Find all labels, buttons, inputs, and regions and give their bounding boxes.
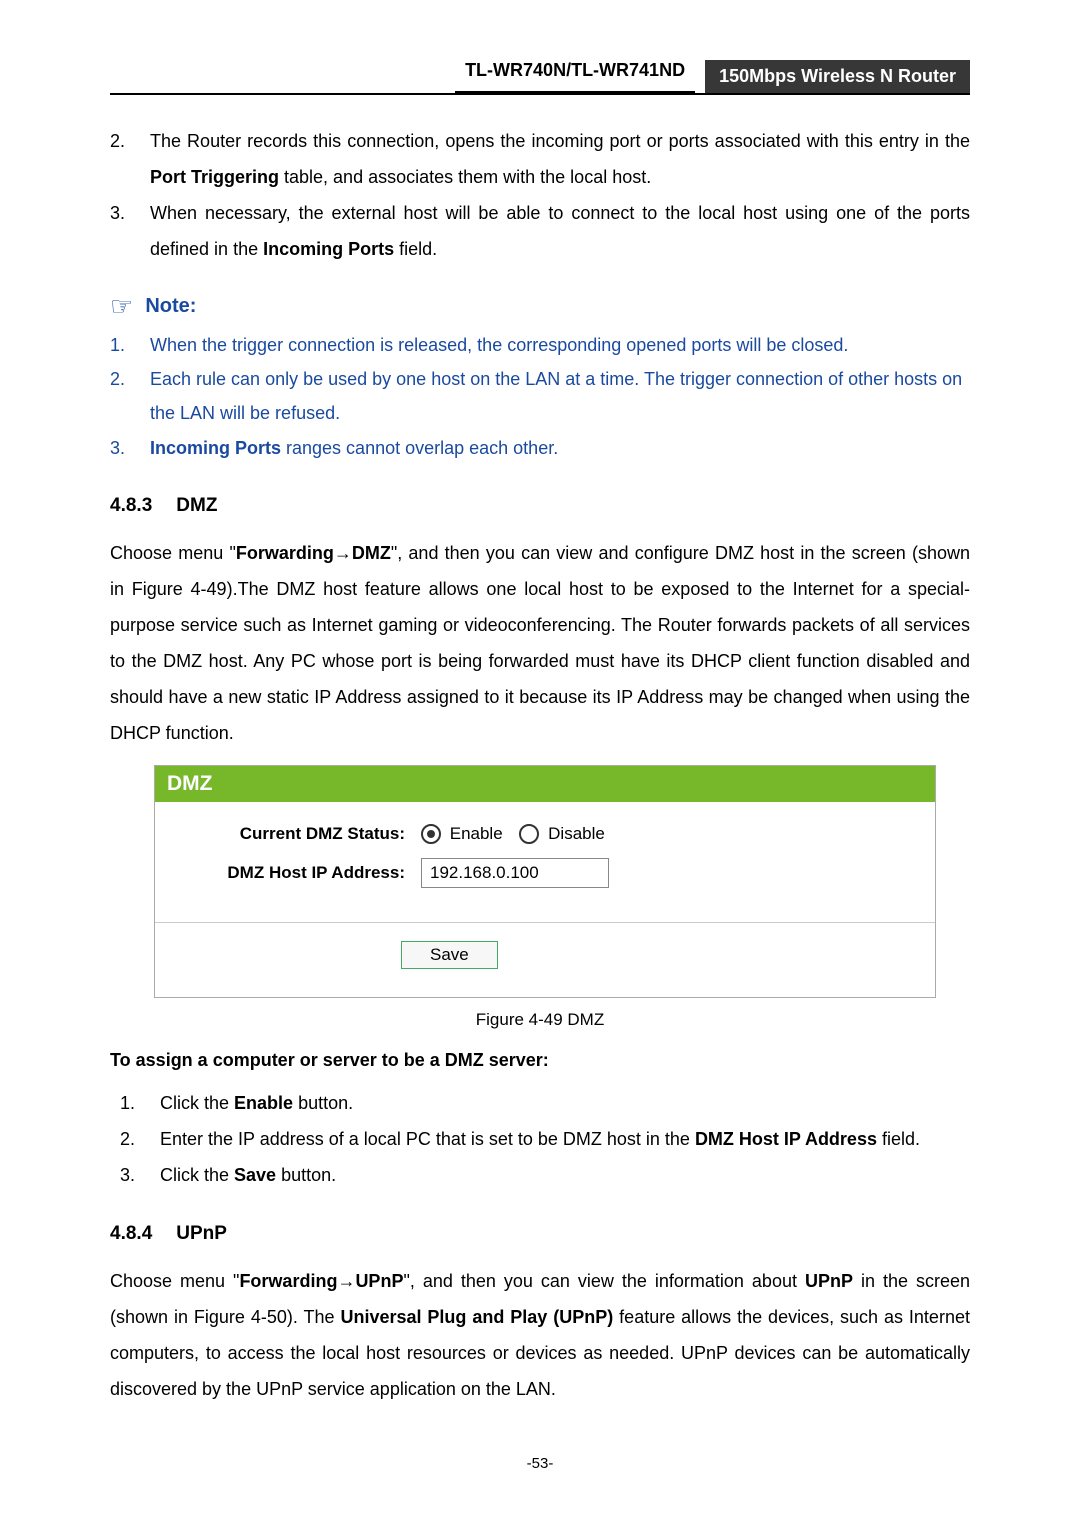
item-text: Incoming Ports ranges cannot overlap eac… xyxy=(150,431,970,465)
figure-caption: Figure 4-49 DMZ xyxy=(110,1010,970,1030)
list-item: 2. Enter the IP address of a local PC th… xyxy=(120,1121,970,1157)
dmz-paragraph: Choose menu "Forwarding→DMZ", and then y… xyxy=(110,535,970,751)
item-text: When necessary, the external host will b… xyxy=(150,195,970,267)
status-label: Current DMZ Status: xyxy=(175,824,421,844)
section-heading-upnp: 4.8.4 UPnP xyxy=(110,1223,970,1245)
model-number: TL-WR740N/TL-WR741ND xyxy=(455,60,695,93)
item-text: Click the Enable button. xyxy=(160,1085,970,1121)
item-number: 1. xyxy=(120,1085,160,1121)
panel-body: Current DMZ Status: Enable Disable DMZ H… xyxy=(155,802,935,923)
note-header: ☞ Note: xyxy=(110,291,970,322)
product-name: 150Mbps Wireless N Router xyxy=(705,60,970,93)
pointing-hand-icon: ☞ xyxy=(110,291,133,322)
upnp-paragraph: Choose menu "Forwarding→UPnP", and then … xyxy=(110,1263,970,1407)
dmz-ip-input[interactable] xyxy=(421,858,609,888)
radio-disable[interactable] xyxy=(519,824,539,844)
page-number: -53- xyxy=(110,1455,970,1472)
section-heading-dmz: 4.8.3 DMZ xyxy=(110,495,970,517)
item-number: 2. xyxy=(120,1121,160,1157)
list-item: 3. When necessary, the external host wil… xyxy=(110,195,970,267)
section-title: DMZ xyxy=(176,495,217,516)
item-number: 2. xyxy=(110,123,150,195)
assign-steps: 1. Click the Enable button. 2. Enter the… xyxy=(120,1085,970,1193)
status-options: Enable Disable xyxy=(421,824,605,845)
item-number: 3. xyxy=(110,431,150,465)
section-title: UPnP xyxy=(176,1223,227,1244)
item-number: 3. xyxy=(120,1157,160,1193)
list-item: 2. The Router records this connection, o… xyxy=(110,123,970,195)
radio-disable-label: Disable xyxy=(548,824,605,843)
assign-subhead: To assign a computer or server to be a D… xyxy=(110,1050,970,1071)
item-text: Enter the IP address of a local PC that … xyxy=(160,1121,970,1157)
page-header: TL-WR740N/TL-WR741ND 150Mbps Wireless N … xyxy=(110,60,970,93)
save-button[interactable]: Save xyxy=(401,941,498,969)
ip-row: DMZ Host IP Address: xyxy=(175,858,915,888)
ip-label: DMZ Host IP Address: xyxy=(175,863,421,883)
page: TL-WR740N/TL-WR741ND 150Mbps Wireless N … xyxy=(0,0,1080,1512)
list-item: 1. When the trigger connection is releas… xyxy=(110,328,970,362)
radio-enable-label: Enable xyxy=(450,824,503,843)
note-label: Note: xyxy=(145,295,196,318)
list-item: 2. Each rule can only be used by one hos… xyxy=(110,362,970,430)
item-number: 2. xyxy=(110,362,150,430)
item-text: Each rule can only be used by one host o… xyxy=(150,362,970,430)
list-item: 3. Incoming Ports ranges cannot overlap … xyxy=(110,431,970,465)
item-number: 3. xyxy=(110,195,150,267)
list-item: 1. Click the Enable button. xyxy=(120,1085,970,1121)
note-list: 1. When the trigger connection is releas… xyxy=(110,328,970,465)
item-text: Click the Save button. xyxy=(160,1157,970,1193)
radio-enable[interactable] xyxy=(421,824,441,844)
status-row: Current DMZ Status: Enable Disable xyxy=(175,824,915,845)
item-text: The Router records this connection, open… xyxy=(150,123,970,195)
radio-dot-icon xyxy=(427,830,435,838)
panel-title: DMZ xyxy=(155,766,935,802)
continued-list: 2. The Router records this connection, o… xyxy=(110,123,970,267)
dmz-config-panel: DMZ Current DMZ Status: Enable Disable D… xyxy=(154,765,936,999)
header-rule xyxy=(110,93,970,95)
item-text: When the trigger connection is released,… xyxy=(150,328,970,362)
list-item: 3. Click the Save button. xyxy=(120,1157,970,1193)
panel-footer: Save xyxy=(155,922,935,997)
section-number: 4.8.3 xyxy=(110,495,152,516)
item-number: 1. xyxy=(110,328,150,362)
section-number: 4.8.4 xyxy=(110,1223,152,1244)
